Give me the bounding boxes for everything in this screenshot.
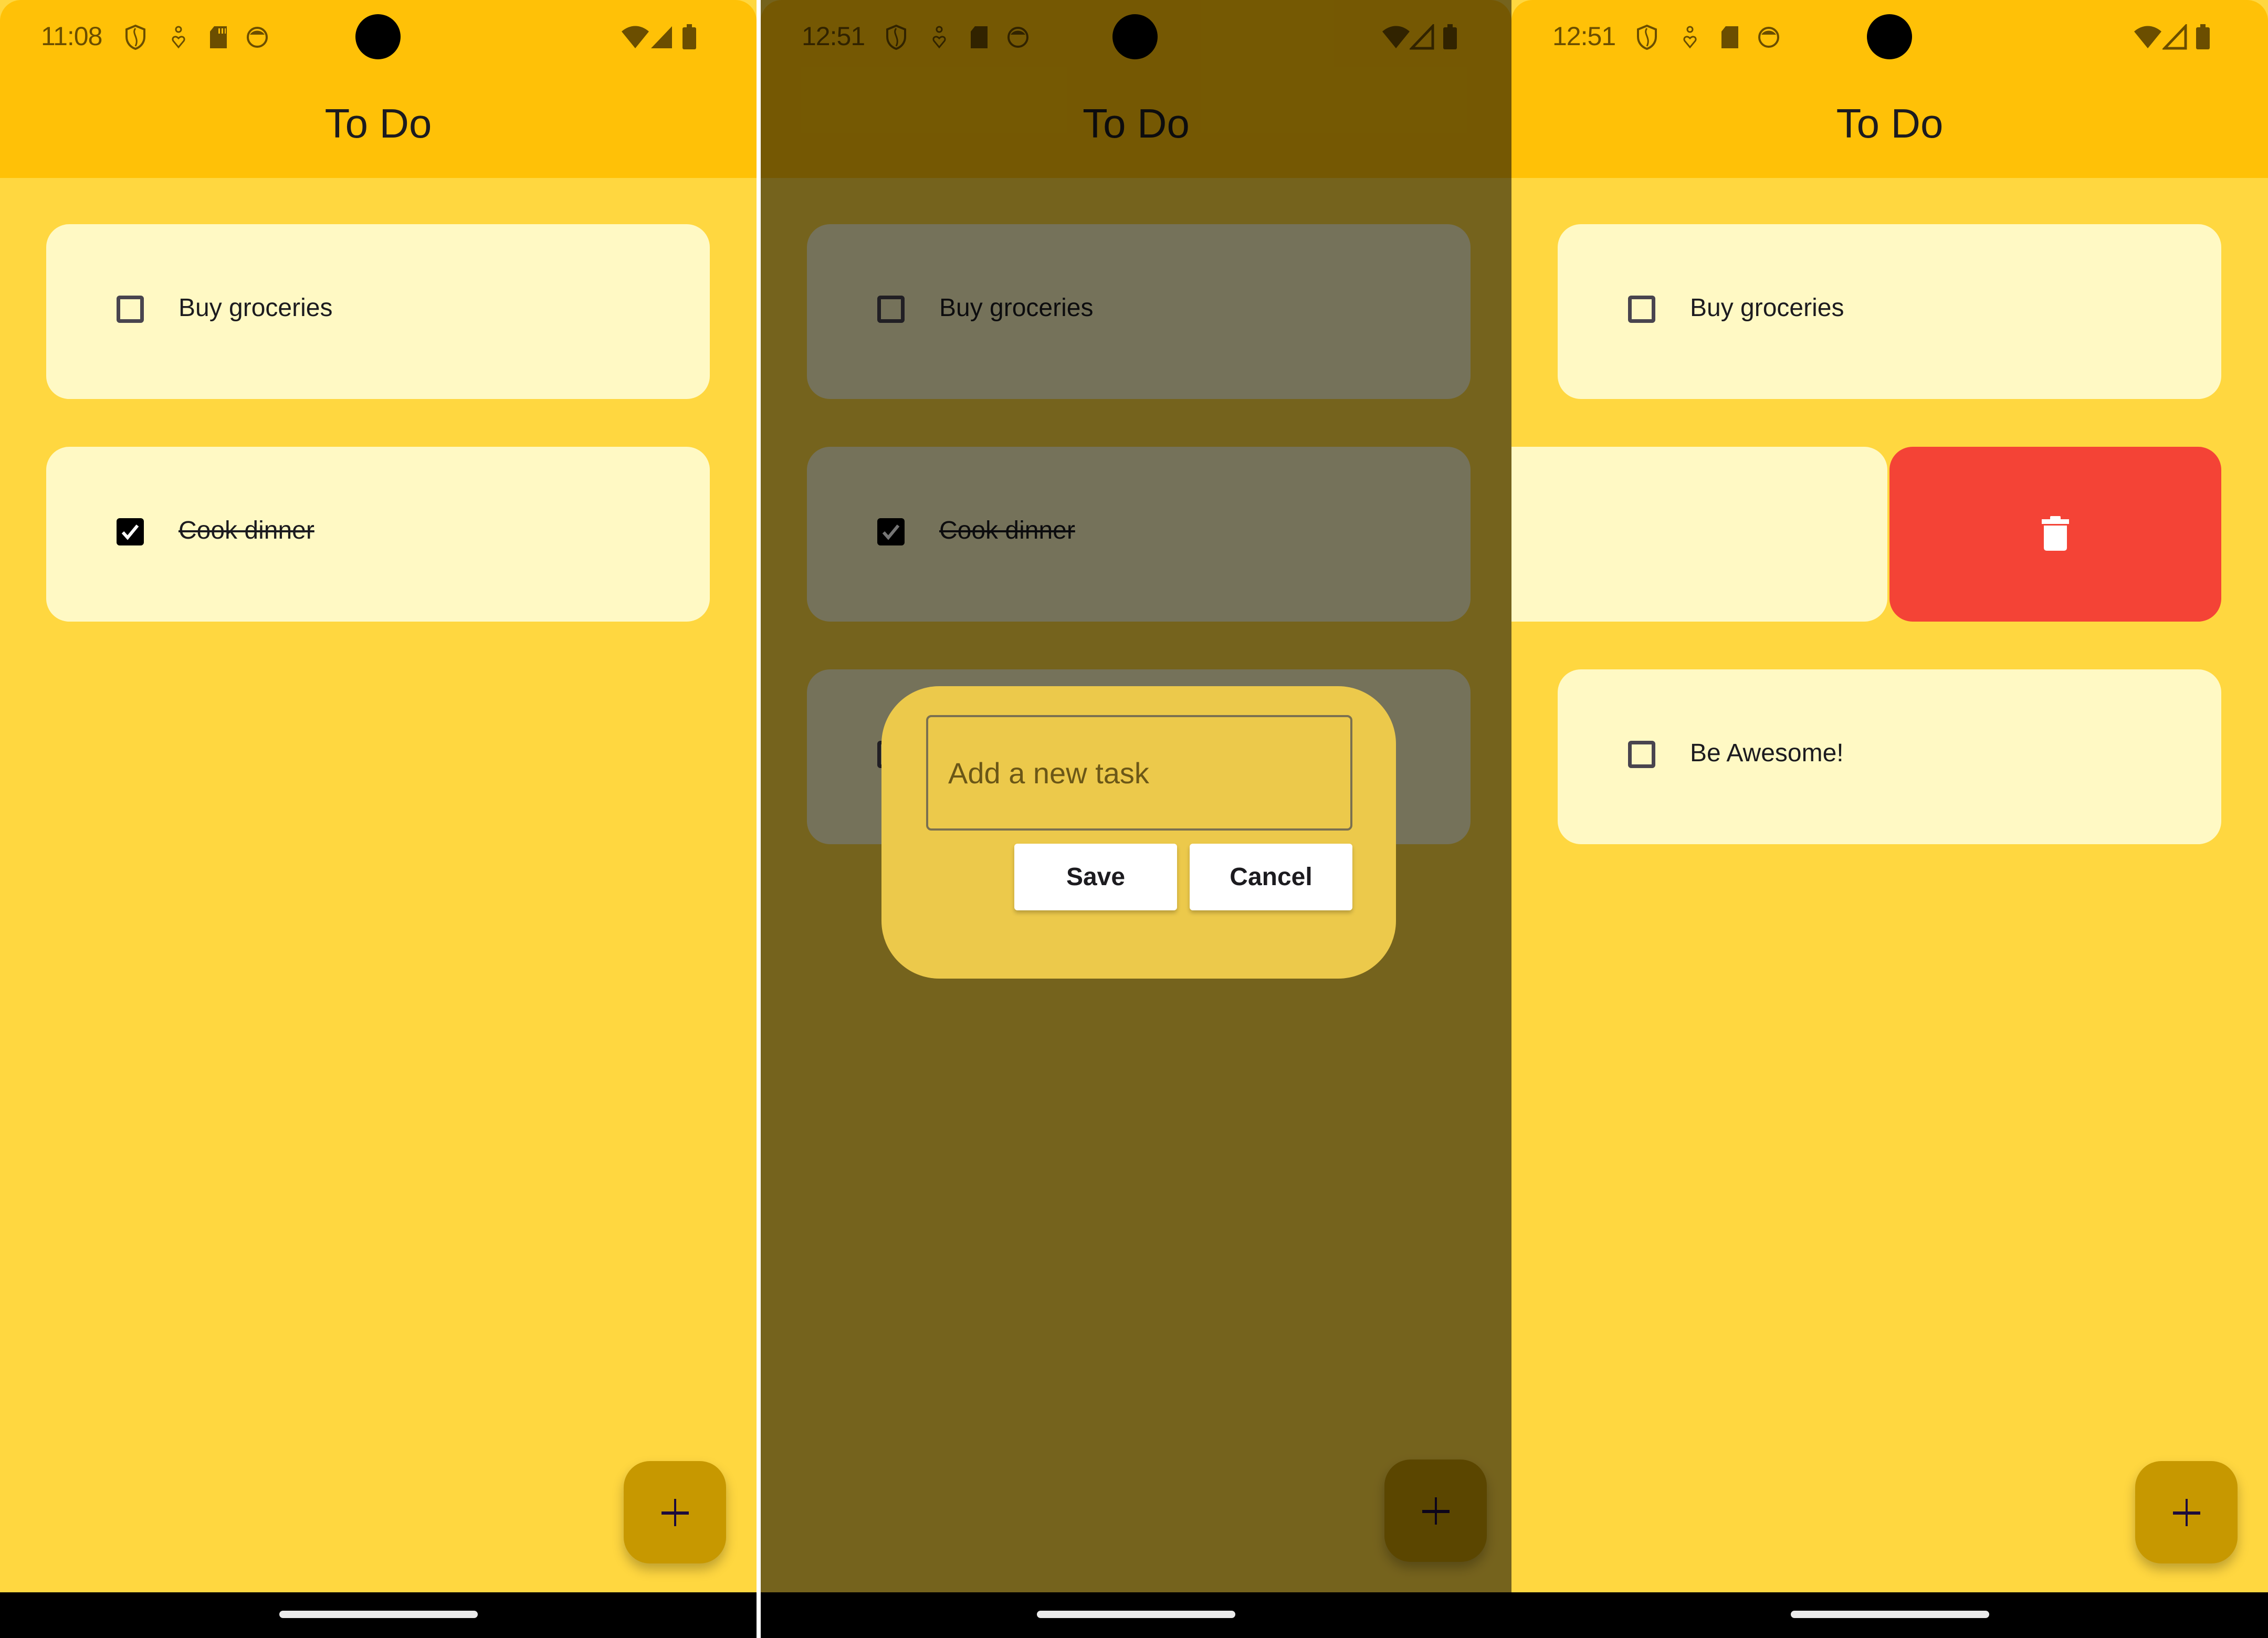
page-title: To Do: [324, 100, 432, 146]
navigation-bar: [1511, 1592, 2268, 1638]
home-gesture-handle[interactable]: [1790, 1611, 1989, 1618]
new-task-input[interactable]: [926, 715, 1352, 831]
navigation-bar: [0, 1592, 757, 1638]
status-time: 12:51: [1552, 22, 1616, 51]
save-button[interactable]: Save: [1014, 844, 1177, 910]
accessibility-icon: [172, 26, 185, 49]
task-label: Be Awesome!: [1690, 739, 1844, 767]
navigation-bar: [761, 1592, 1511, 1638]
battery-icon: [682, 24, 696, 49]
plus-icon: [662, 1499, 689, 1526]
front-camera: [355, 14, 401, 59]
signal-icon: [651, 26, 672, 48]
sd-card-icon: [210, 26, 227, 48]
wifi-icon: [2134, 26, 2161, 48]
screen-2-add-task-dialog: 12:51 To Do Buy groceries Cook dinner: [761, 0, 1511, 1638]
cancel-button[interactable]: Cancel: [1190, 844, 1352, 910]
task-label: Cook dinner: [178, 517, 314, 544]
front-camera: [1867, 14, 1912, 59]
cat-icon: [247, 27, 268, 48]
task-item-swiped[interactable]: Cook dinner: [1511, 447, 1887, 622]
task-list: Buy groceries Cook dinner Be Awesome!: [1511, 178, 2268, 1592]
task-checkbox[interactable]: [1628, 741, 1655, 768]
screen-3-swipe-to-delete: 12:51 To Do Buy groceries Cook dinner Be…: [1511, 0, 2268, 1638]
wifi-icon: [622, 26, 649, 48]
screen-1-todo-list: 11:08 To Do Buy groceries Cook dinner: [0, 0, 757, 1638]
delete-action[interactable]: [1889, 447, 2221, 622]
page-title: To Do: [1836, 100, 1944, 146]
home-gesture-handle[interactable]: [1037, 1611, 1235, 1618]
accessibility-icon: [1683, 26, 1697, 49]
plus-icon: [2173, 1499, 2200, 1526]
cat-icon: [1758, 27, 1779, 48]
shield-icon: [125, 24, 145, 50]
status-time: 11:08: [41, 22, 102, 51]
task-list: Buy groceries Cook dinner: [0, 178, 757, 1592]
shield-icon: [1637, 24, 1657, 50]
signal-icon: [2162, 24, 2187, 50]
task-checkbox[interactable]: [117, 296, 144, 323]
delete-icon: [2042, 516, 2069, 551]
app-bar: 11:08 To Do: [0, 0, 757, 178]
home-gesture-handle[interactable]: [279, 1611, 478, 1618]
add-task-button[interactable]: [624, 1461, 726, 1563]
task-checkbox[interactable]: [1628, 296, 1655, 323]
task-label: Buy groceries: [1690, 294, 1844, 322]
task-item[interactable]: Buy groceries: [46, 224, 710, 399]
task-item[interactable]: Cook dinner: [46, 447, 710, 622]
task-checkbox[interactable]: [117, 518, 144, 545]
add-task-dialog: Save Cancel: [881, 686, 1396, 979]
task-item[interactable]: Buy groceries: [1558, 224, 2221, 399]
sd-card-icon: [1721, 26, 1738, 48]
check-icon: [121, 524, 139, 540]
task-item[interactable]: Be Awesome!: [1558, 669, 2221, 844]
app-bar: 12:51 To Do: [1511, 0, 2268, 178]
add-task-button[interactable]: [2135, 1461, 2238, 1563]
battery-icon: [2196, 24, 2210, 49]
task-label: Buy groceries: [178, 294, 333, 322]
